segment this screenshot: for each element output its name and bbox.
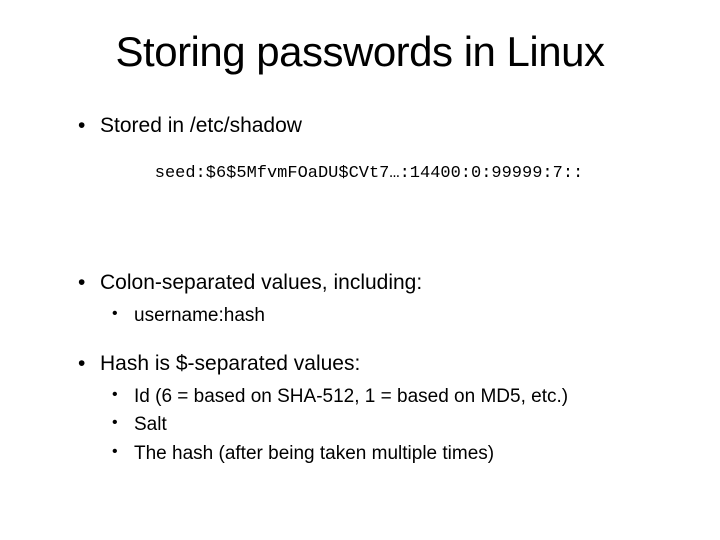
bullet-hash-thehash: The hash (after being taken multiple tim… xyxy=(112,440,660,469)
bullet-colon-text: Colon-separated values, including: xyxy=(100,271,422,294)
bullet-username-hash: username:hash xyxy=(112,302,660,331)
bullet-hash-id: Id (6 = based on SHA-512, 1 = based on M… xyxy=(112,383,660,412)
bullet-colon-separated: Colon-separated values, including: usern… xyxy=(78,269,660,330)
bullet-hash-separated: Hash is $-separated values: Id (6 = base… xyxy=(78,350,660,468)
slide-title: Storing passwords in Linux xyxy=(60,28,660,76)
code-example: seed:$6$5MfvmFOaDU$CVt7…:14400:0:99999:7… xyxy=(78,164,660,183)
bullet-stored: Stored in /etc/shadow xyxy=(78,112,660,140)
bullet-hash-salt: Salt xyxy=(112,411,660,440)
slide-content: Stored in /etc/shadow seed:$6$5MfvmFOaDU… xyxy=(60,112,660,468)
bullet-hash-text: Hash is $-separated values: xyxy=(100,352,360,375)
